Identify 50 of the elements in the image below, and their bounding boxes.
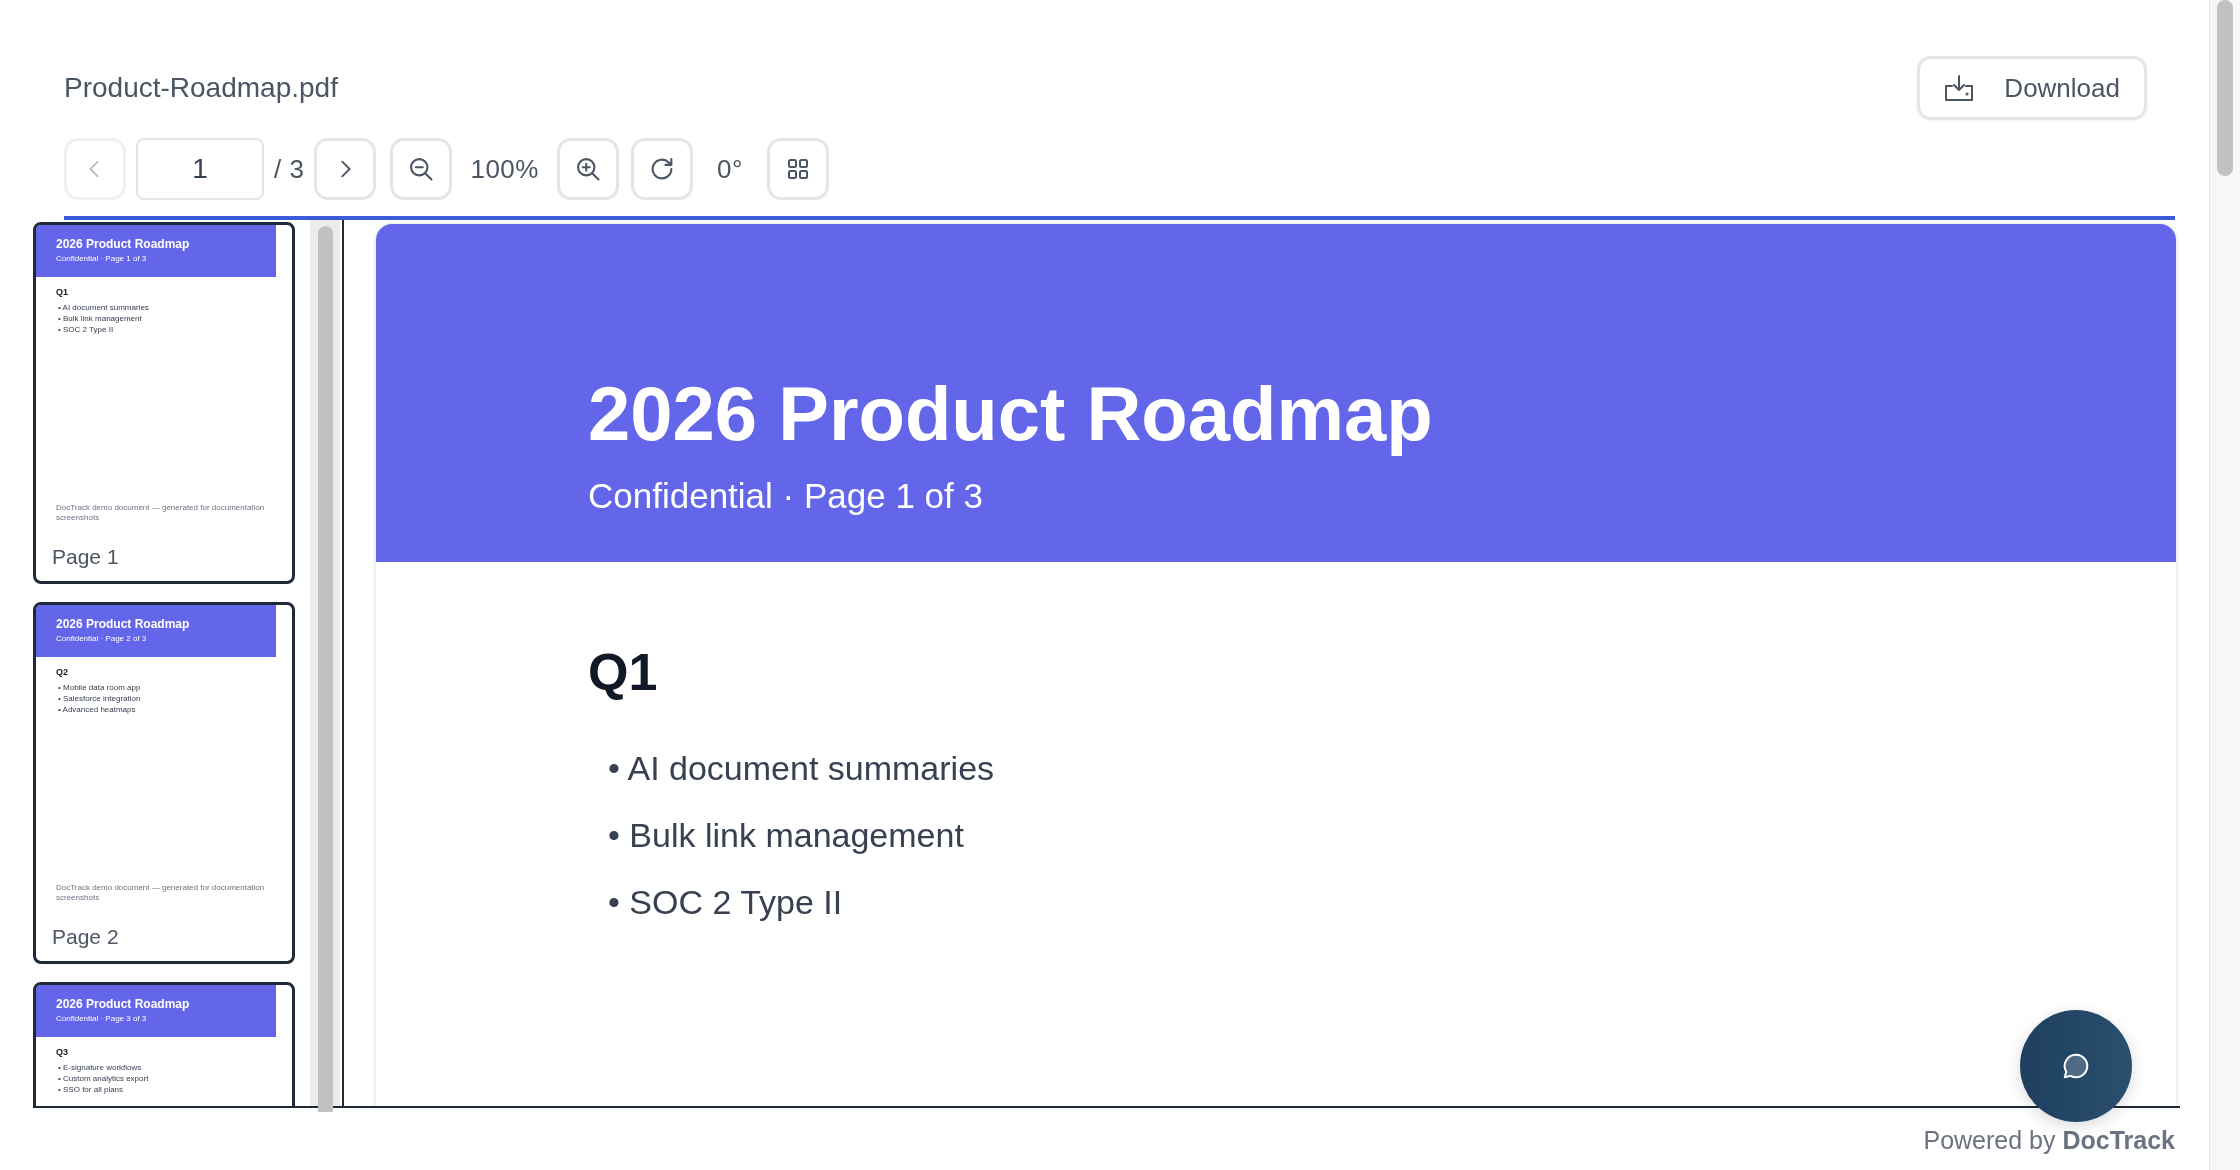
bullet-item: • Bulk link management xyxy=(607,815,964,855)
rotate-button[interactable] xyxy=(630,138,693,200)
download-button[interactable]: Download xyxy=(1917,56,2147,120)
page-thumbnail[interactable]: 2026 Product Roadmap Confidential · Page 1 of 3 Q1 • AI document summaries • Bulk link management • SOC 2 Type II DocTrack demo document — generated for documentation screenshots Page 1 xyxy=(33,222,295,584)
file-name: Product-Roadmap.pdf xyxy=(64,71,338,105)
thumbnail-bullet: • AI document summaries xyxy=(57,303,149,312)
thumbnail-bullet: • SSO for all plans xyxy=(57,1085,124,1094)
chat-icon xyxy=(2061,1051,2091,1081)
grid-icon xyxy=(785,157,810,181)
thumbnail-title: 2026 Product Roadmap xyxy=(56,237,190,251)
page-number-field[interactable]: 1 xyxy=(136,138,264,200)
thumbnail-label: Page 2 xyxy=(52,925,119,949)
scrollbar-thumb[interactable] xyxy=(317,226,333,1112)
scrollbar-thumb[interactable] xyxy=(2217,0,2233,176)
page-total: / 3 xyxy=(274,153,305,185)
thumbnail-bullet: • SOC 2 Type II xyxy=(57,325,114,334)
scrollbar[interactable] xyxy=(2209,0,2240,1170)
thumbnail-heading: Q1 xyxy=(56,287,68,297)
thumbnail-bullet: • Salesforce integration xyxy=(57,694,141,703)
thumbnail-footer: DocTrack demo document — generated for documentation screenshots xyxy=(56,883,276,903)
bullet-item: • AI document summaries xyxy=(607,748,995,788)
thumbnail-heading: Q3 xyxy=(56,1047,68,1057)
thumbnail-title: 2026 Product Roadmap xyxy=(56,997,190,1011)
thumbnail-bullet: • E-signature workflows xyxy=(57,1063,142,1072)
zoom-out-button[interactable] xyxy=(390,138,453,200)
thumbnail-bullet: • Advanced heatmaps xyxy=(57,705,136,714)
rotation-angle: 0° xyxy=(715,153,744,185)
next-page-button[interactable] xyxy=(314,138,377,200)
zoom-level: 100% xyxy=(469,153,540,185)
zoom-out-icon xyxy=(407,155,436,183)
page-subtitle: Confidential · Page 1 of 3 xyxy=(588,476,983,516)
thumbnail-heading: Q2 xyxy=(56,667,68,677)
thumbnail-subtitle: Confidential · Page 2 of 3 xyxy=(56,634,147,643)
thumbnail-subtitle: Confidential · Page 3 of 3 xyxy=(56,1014,147,1023)
thumbnail-footer: DocTrack demo document — generated for documentation screenshots xyxy=(56,503,276,523)
zoom-in-button[interactable] xyxy=(556,138,619,200)
download-icon xyxy=(1944,74,1975,102)
powered-by-text: Powered by DocTrack xyxy=(1923,1126,2175,1155)
page-thumbnail[interactable]: 2026 Product Roadmap Confidential · Page 2 of 3 Q2 • Mobile data room app • Salesforce integration • Advanced heatmaps DocTrack demo document — generated for documentation screenshots Page 2 xyxy=(33,602,295,964)
bullet-item: • SOC 2 Type II xyxy=(607,882,843,922)
grid-view-button[interactable] xyxy=(766,138,829,200)
thumbnail-subtitle: Confidential · Page 1 of 3 xyxy=(56,254,147,263)
section-heading: Q1 xyxy=(588,642,658,702)
page-thumbnail[interactable]: 2026 Product Roadmap Confidential · Page 3 of 3 Q3 • E-signature workflows • Custom analytics export • SSO for all plans xyxy=(33,982,295,1106)
thumbnail-bullet: • Mobile data room app xyxy=(57,683,141,692)
thumbnail-bullet: • Custom analytics export xyxy=(57,1074,149,1083)
thumbnail-label: Page 1 xyxy=(52,545,119,569)
thumbnail-bullet: • Bulk link management xyxy=(57,314,142,323)
thumbnail-title: 2026 Product Roadmap xyxy=(56,617,190,631)
page-title: 2026 Product Roadmap xyxy=(588,372,1433,456)
